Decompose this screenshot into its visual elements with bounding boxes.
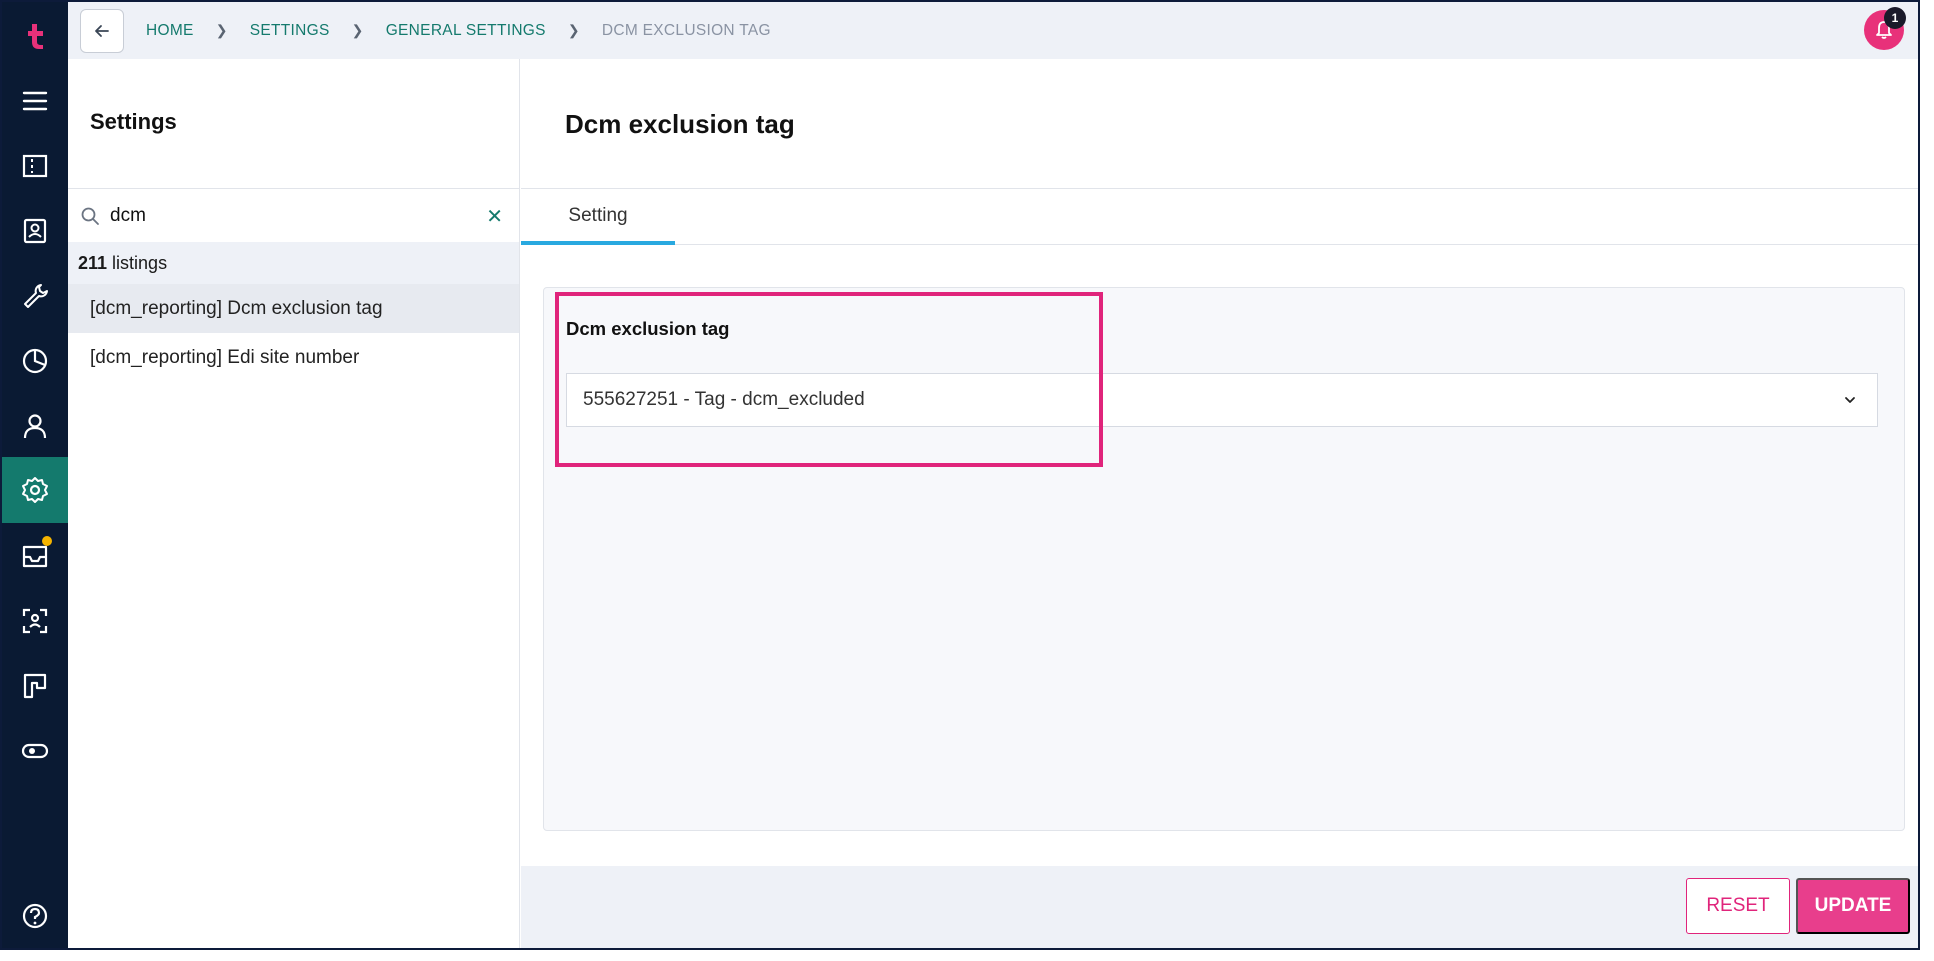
search-icon xyxy=(81,207,99,225)
search-input[interactable] xyxy=(110,205,470,227)
listing-count-label: listings xyxy=(112,252,168,273)
back-button[interactable] xyxy=(80,8,124,53)
pie-chart-icon[interactable] xyxy=(2,329,68,393)
inbox-unread-dot xyxy=(42,536,52,546)
page-title: Dcm exclusion tag xyxy=(565,109,795,139)
listing-count: 211 listings xyxy=(68,242,519,284)
breadcrumb: HOME ❯ SETTINGS ❯ GENERAL SETTINGS ❯ DCM… xyxy=(146,22,771,40)
chevron-right-icon: ❯ xyxy=(567,22,580,38)
clear-search-icon[interactable]: ✕ xyxy=(486,204,503,229)
reset-button[interactable]: RESET xyxy=(1686,878,1790,934)
ticket-icon[interactable] xyxy=(2,134,68,198)
board-icon[interactable] xyxy=(2,654,68,718)
notifications-button[interactable]: 1 xyxy=(1864,7,1906,50)
inbox-icon[interactable] xyxy=(2,524,68,588)
setting-card: Dcm exclusion tag 555627251 - Tag - dcm_… xyxy=(543,287,1905,831)
top-bar: HOME ❯ SETTINGS ❯ GENERAL SETTINGS ❯ DCM… xyxy=(68,2,1918,59)
breadcrumb-home[interactable]: HOME xyxy=(146,22,194,40)
setting-detail: Dcm exclusion tag Setting Dcm exclusion … xyxy=(521,59,1918,948)
chevron-down-icon xyxy=(1845,397,1855,403)
settings-search: ✕ xyxy=(68,190,519,242)
chevron-right-icon: ❯ xyxy=(351,22,364,38)
settings-list-panel: Settings ✕ 211 listings [dcm_reporting] … xyxy=(68,59,520,948)
help-icon[interactable] xyxy=(2,884,68,948)
list-item[interactable]: [dcm_reporting] Dcm exclusion tag xyxy=(68,284,519,333)
detail-header: Dcm exclusion tag xyxy=(521,59,1918,189)
settings-panel-title: Settings xyxy=(90,109,177,134)
breadcrumb-current: DCM EXCLUSION TAG xyxy=(601,21,771,39)
face-scan-icon[interactable] xyxy=(2,589,68,653)
action-footer: RESET UPDATE xyxy=(521,866,1918,948)
notification-count-badge: 1 xyxy=(1884,7,1906,29)
gear-icon[interactable] xyxy=(2,457,68,523)
wrench-icon[interactable] xyxy=(2,264,68,328)
breadcrumb-settings[interactable]: SETTINGS xyxy=(250,22,330,40)
update-button[interactable]: UPDATE xyxy=(1796,878,1910,934)
logo-icon[interactable] xyxy=(2,4,68,68)
tab-setting[interactable]: Setting xyxy=(521,190,675,245)
toggle-icon[interactable] xyxy=(2,719,68,783)
user-icon[interactable] xyxy=(2,394,68,458)
listing-count-number: 211 xyxy=(78,252,108,273)
breadcrumb-general-settings[interactable]: GENERAL SETTINGS xyxy=(386,22,546,40)
arrow-left-icon xyxy=(95,24,109,37)
settings-panel-header: Settings xyxy=(68,59,519,189)
chevron-right-icon: ❯ xyxy=(215,22,228,38)
contact-card-icon[interactable] xyxy=(2,199,68,263)
nav-rail xyxy=(2,2,68,948)
list-item[interactable]: [dcm_reporting] Edi site number xyxy=(68,333,519,382)
app-window: HOME ❯ SETTINGS ❯ GENERAL SETTINGS ❯ DCM… xyxy=(0,0,1920,950)
highlight-annotation xyxy=(555,292,1103,467)
tab-bar: Setting xyxy=(521,190,1918,245)
menu-icon[interactable] xyxy=(2,69,68,133)
